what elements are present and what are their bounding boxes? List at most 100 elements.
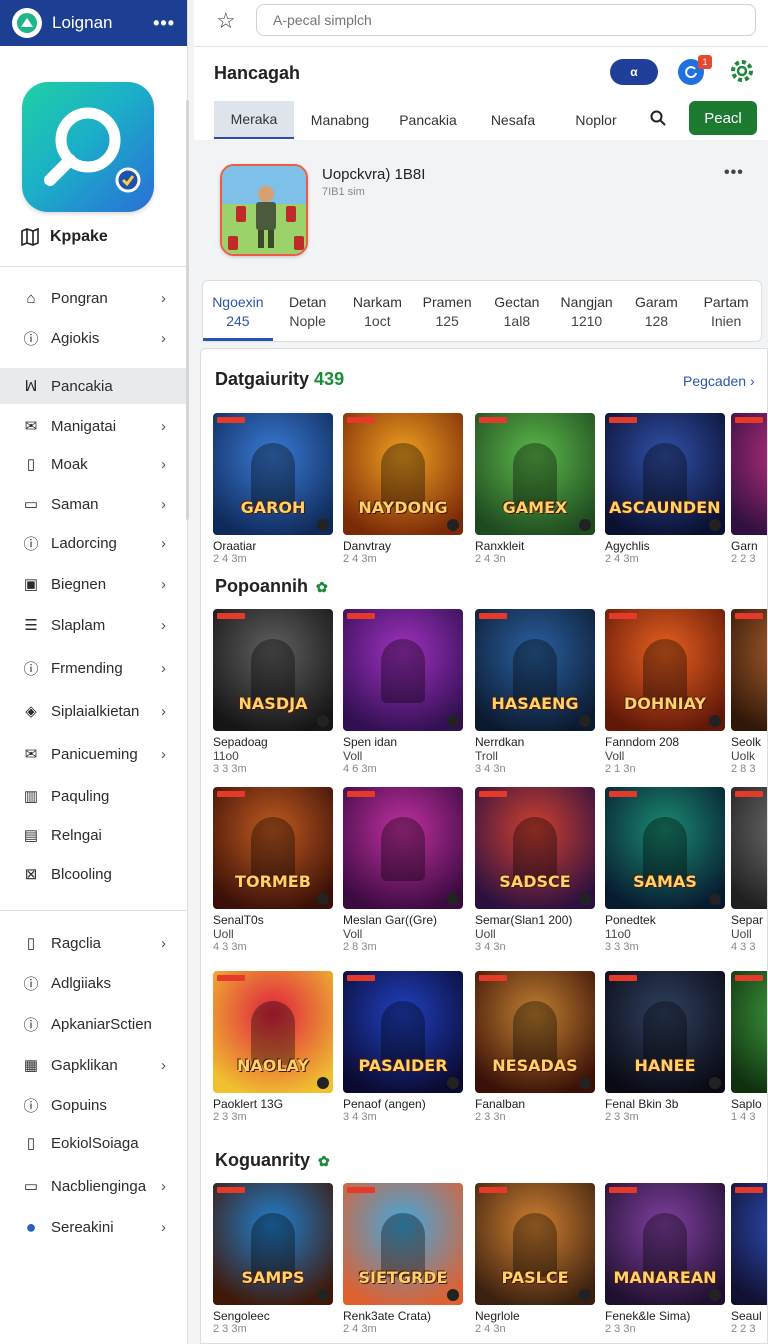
stat-narkam[interactable]: Narkam 1oct [343, 281, 413, 341]
game-artwork[interactable]: NASDJA [213, 609, 333, 731]
game-card[interactable]: SAMAS Ponedtek 11o0 3 3 3m [605, 787, 725, 953]
tab-meraka[interactable]: Meraka [214, 101, 294, 139]
game-card[interactable]: HANEE Fenal Bkin 3b 2 3 3m [605, 971, 725, 1123]
tab-nesafa[interactable]: Nesafa [470, 101, 556, 139]
game-artwork[interactable]: ASCAUNDENNA [605, 413, 725, 535]
sidebar-item-frmending[interactable]: ⓘ Frmending › [0, 650, 186, 686]
alpha-pill-button[interactable]: α [610, 59, 658, 85]
see-all-link[interactable]: Pegcaden › [683, 373, 755, 389]
sidebar-item-apkaniarsctien[interactable]: ⓘ ApkaniarSctien [0, 1006, 186, 1042]
game-card[interactable]: MANAREAN Fenek&le Sima) 2 3 3n [605, 1183, 725, 1335]
game-artwork[interactable] [731, 1183, 767, 1305]
profile-thumbnail[interactable] [220, 164, 308, 256]
game-artwork[interactable] [731, 787, 767, 909]
game-artwork[interactable] [343, 609, 463, 731]
game-artwork[interactable]: HANEE [605, 971, 725, 1093]
sidebar-item-manigatai[interactable]: ✉ Manigatai › [0, 408, 186, 444]
sidebar-item-slaplam[interactable]: ☰ Slaplam › [0, 607, 186, 643]
sidebar-item-pancakia[interactable]: ꟽ Pancakia [0, 368, 186, 404]
game-artwork[interactable]: SAMPS [213, 1183, 333, 1305]
game-artwork[interactable]: NAOLAY [213, 971, 333, 1093]
settings-icon[interactable]: ✿ [318, 1153, 330, 1169]
game-artwork[interactable]: NESADAS [475, 971, 595, 1093]
sidebar-item-biegnen[interactable]: ▣ Biegnen › [0, 566, 186, 602]
game-card[interactable]: NESADAS Fanalban 2 3 3n [475, 971, 595, 1123]
game-artwork[interactable]: SAMAS [605, 787, 725, 909]
sidebar-item-sereakini[interactable]: ● Sereakini › [0, 1209, 186, 1245]
sidebar-item-paquling[interactable]: ▥ Paquling [0, 778, 186, 814]
game-card[interactable]: Spen idan Voll 4 6 3m [343, 609, 463, 775]
search-icon[interactable] [650, 110, 666, 126]
sidebar-scrollbar[interactable] [186, 100, 189, 520]
sidebar-item-pongran[interactable]: ⌂ Pongran › [0, 280, 186, 316]
game-card[interactable]: SAMPS Sengoleec 2 3 3m [213, 1183, 333, 1335]
game-artwork[interactable] [731, 971, 767, 1093]
game-artwork[interactable]: MANAREAN [605, 1183, 725, 1305]
game-card[interactable]: Separ Uoll 4 3 3 [731, 787, 767, 953]
game-artwork[interactable]: SIETGRDE [343, 1183, 463, 1305]
game-card[interactable]: HASAENG Nerrdkan Troll 3 4 3n [475, 609, 595, 775]
game-card[interactable]: SIETGRDE Renk3ate Crata) 2 4 3m [343, 1183, 463, 1335]
game-artwork[interactable]: SADSCE [475, 787, 595, 909]
sidebar-item-saman[interactable]: ▭ Saman › [0, 486, 186, 522]
star-icon[interactable]: ☆ [216, 8, 236, 34]
game-artwork[interactable] [343, 787, 463, 909]
sidebar-item-nacblienginga[interactable]: ▭ Nacblienginga › [0, 1168, 186, 1204]
game-card[interactable]: GAROH Oraatiar 2 4 3m [213, 413, 333, 565]
sidebar-item-relngai[interactable]: ▤ Relngai [0, 817, 186, 853]
sidebar-item-ragclia[interactable]: ▯ Ragclia › [0, 925, 186, 961]
game-card[interactable]: Seaul 2 2 3 [731, 1183, 767, 1335]
sidebar-item-siplaialkietan[interactable]: ◈ Siplaialkietan › [0, 693, 186, 729]
game-card[interactable]: SADSCE Semar(Slan1 200) Uoll 3 4 3n [475, 787, 595, 953]
game-artwork[interactable]: TORMEB [213, 787, 333, 909]
tab-noplor[interactable]: Noplor [556, 101, 636, 139]
sidebar-item-moak[interactable]: ▯ Moak › [0, 446, 186, 482]
sidebar-item-agiokis[interactable]: ⓘ Agiokis › [0, 320, 186, 356]
game-card[interactable]: PASAIDER Penaof (angen) 3 4 3m [343, 971, 463, 1123]
game-card[interactable]: Garn 2 2 3 [731, 413, 767, 565]
stat-detan[interactable]: Detan Nople [273, 281, 343, 341]
sidebar-item-eokiolsoiaga[interactable]: ▯ EokiolSoiaga [0, 1125, 186, 1161]
primary-action-button[interactable]: Peacl [689, 101, 757, 135]
game-artwork[interactable]: PASAIDER [343, 971, 463, 1093]
stat-garam[interactable]: Garam 128 [622, 281, 692, 341]
stat-partam[interactable]: Partam Inien [691, 281, 761, 341]
app-logo-icon[interactable] [12, 8, 42, 38]
sidebar-item-blcooling[interactable]: ⊠ Blcooling [0, 856, 186, 892]
search-input[interactable] [256, 4, 756, 36]
more-icon[interactable]: ••• [153, 13, 175, 34]
sidebar-item-ladorcing[interactable]: ⓘ Ladorcing › [0, 525, 186, 561]
game-artwork[interactable]: NAYDONG [343, 413, 463, 535]
sidebar-item-panicueming[interactable]: ✉ Panicueming › [0, 736, 186, 772]
game-artwork[interactable]: GAMEX [475, 413, 595, 535]
game-card[interactable]: NASDJA Sepadoag 11o0 3 3 3m [213, 609, 333, 775]
game-card[interactable]: NAOLAY Paoklert 13G 2 3 3m [213, 971, 333, 1123]
game-artwork[interactable]: PASLCE [475, 1183, 595, 1305]
tab-pancakia[interactable]: Pancakia [386, 101, 470, 139]
stat-gectan[interactable]: Gectan 1al8 [482, 281, 552, 341]
profile-more-icon[interactable]: ••• [724, 164, 744, 182]
tab-manabng[interactable]: Manabng [294, 101, 386, 139]
game-artwork[interactable] [731, 413, 767, 535]
gear-icon[interactable] [730, 59, 754, 83]
stat-pramen[interactable]: Pramen 125 [412, 281, 482, 341]
game-card[interactable]: Seolk Uolk 2 8 3 [731, 609, 767, 775]
game-artwork[interactable]: GAROH [213, 413, 333, 535]
sidebar-item-adlgiiaks[interactable]: ⓘ Adlgiiaks [0, 965, 186, 1001]
game-card[interactable]: Saplo 1 4 3 [731, 971, 767, 1123]
game-card[interactable]: Meslan Gar((Gre) Voll 2 8 3m [343, 787, 463, 953]
game-card[interactable]: GAMEX Ranxkleit 2 4 3n [475, 413, 595, 565]
sidebar-item-gopuins[interactable]: ⓘ Gopuins [0, 1087, 186, 1123]
game-card[interactable]: PASLCE Negrlole 2 4 3n [475, 1183, 595, 1335]
stat-nangjan[interactable]: Nangjan 1210 [552, 281, 622, 341]
sidebar-item-gapklikan[interactable]: ▦ Gapklikan › [0, 1047, 186, 1083]
game-artwork[interactable] [731, 609, 767, 731]
game-artwork[interactable]: DOHNIAY [605, 609, 725, 731]
game-card[interactable]: DOHNIAY Fanndom 208 Voll 2 1 3n [605, 609, 725, 775]
settings-icon[interactable]: ✿ [316, 579, 328, 595]
game-artwork[interactable]: HASAENG [475, 609, 595, 731]
game-card[interactable]: TORMEB SenalT0s Uoll 4 3 3m [213, 787, 333, 953]
game-card[interactable]: NAYDONG Danvtray 2 4 3m [343, 413, 463, 565]
stat-ngoexin[interactable]: Ngoexin 245 [203, 281, 273, 341]
game-card[interactable]: ASCAUNDENNA Agychlis2 4 3m [605, 413, 725, 565]
